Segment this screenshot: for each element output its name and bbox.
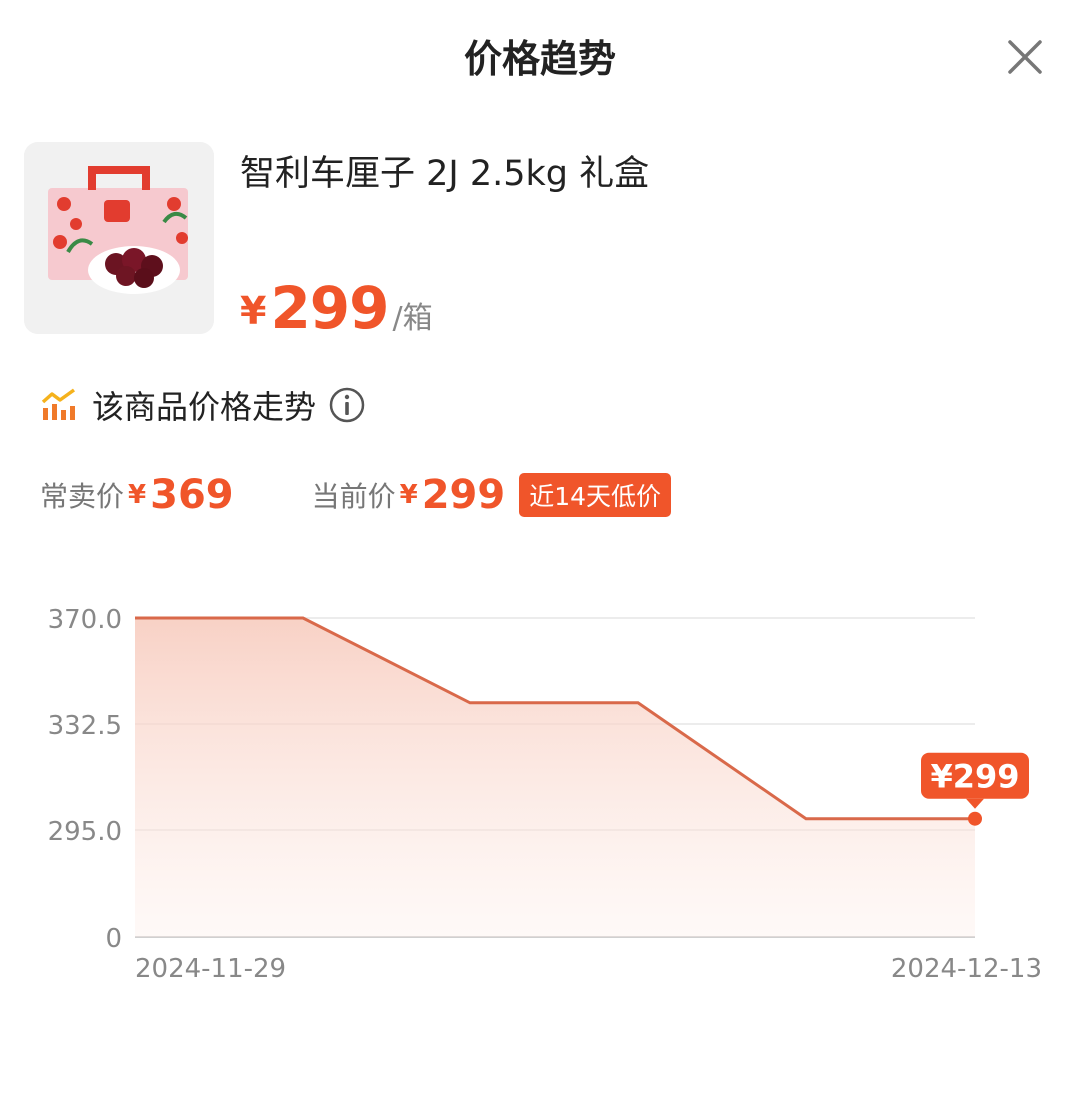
y-tick-label: 295.0 [48, 817, 122, 847]
price-summary: 常卖价 ¥ 369 当前价 ¥ 299 近14天低价 [40, 470, 672, 520]
x-tick-label: 2024-11-29 [135, 954, 286, 984]
currency-symbol: ¥ [240, 289, 267, 333]
current-price-label: 当前价 [311, 480, 396, 513]
y-tick-label: 0 [105, 924, 122, 954]
price-trend-sheet: 价格趋势 智利车厘子 2J 2.5kg 礼盒 ¥299 /箱 该商品价格走势 常… [0, 0, 1080, 1116]
product-image [24, 142, 214, 334]
current-price-dot [968, 811, 982, 826]
y-tick-label: 332.5 [48, 711, 122, 741]
current-currency: ¥ [399, 480, 418, 510]
price-area [135, 618, 975, 937]
x-tick-label: 2024-12-13 [891, 954, 1042, 984]
trend-icon [40, 386, 78, 424]
product-price: ¥299/箱 [240, 274, 433, 342]
price-callout-pointer [966, 798, 984, 809]
regular-price-value: 369 [150, 472, 234, 518]
regular-price-label: 常卖价 [40, 480, 125, 513]
price-chart-svg: 370.0 332.5 295.0 0 2024-11-29 2024-12-13 ¥299 [48, 605, 1042, 984]
product-name: 智利车厘子 2J 2.5kg 礼盒 [240, 154, 650, 194]
y-tick-label: 370.0 [48, 605, 122, 635]
info-icon[interactable] [328, 386, 366, 424]
low-price-badge: 近14天低价 [519, 473, 672, 517]
section-title: 该商品价格走势 [92, 388, 317, 426]
price-callout-label: ¥299 [930, 758, 1019, 796]
price-value: 299 [270, 274, 389, 342]
close-icon[interactable] [1000, 32, 1050, 82]
section-header: 该商品价格走势 [40, 380, 366, 430]
page-title: 价格趋势 [463, 37, 616, 81]
price-unit: /箱 [392, 301, 433, 336]
price-chart: 370.0 332.5 295.0 0 2024-11-29 2024-12-13 ¥299 [0, 580, 1080, 1000]
current-price-value: 299 [421, 472, 506, 518]
regular-currency: ¥ [128, 480, 147, 510]
